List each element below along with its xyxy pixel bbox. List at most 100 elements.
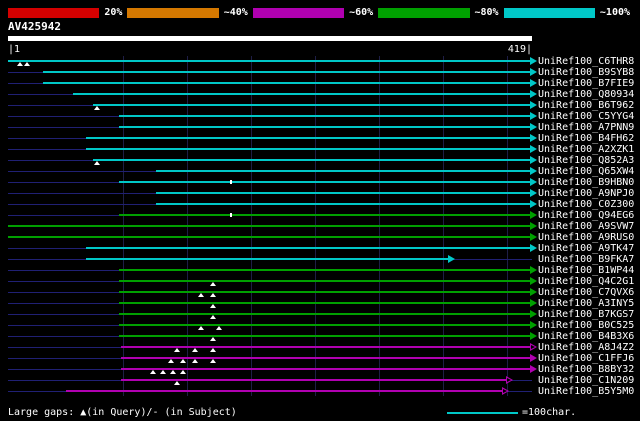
alignment-row: UniRef100_B4FH62 <box>0 133 640 144</box>
alignment-bar[interactable] <box>119 214 530 216</box>
alignment-row: UniRef100_B7KGS7 <box>0 309 640 320</box>
alignment-bar[interactable] <box>8 60 530 62</box>
subject-label[interactable]: UniRef100_A2XZK1 <box>538 144 634 155</box>
alignment-bar[interactable] <box>119 335 530 337</box>
alignment-bar[interactable] <box>66 390 502 392</box>
subject-label[interactable]: UniRef100_A9NPJ0 <box>538 188 634 199</box>
alignment-bar[interactable] <box>119 126 530 128</box>
query-end-coord: 419| <box>508 44 532 55</box>
alignment-row: UniRef100_B9FKA7 <box>0 254 640 265</box>
alignment-arrowhead <box>530 299 537 307</box>
alignment-arrowhead <box>530 112 537 120</box>
alignment-bar[interactable] <box>93 104 530 106</box>
alignment-arrowhead <box>530 288 537 296</box>
subject-label[interactable]: UniRef100_A9SVW7 <box>538 221 634 232</box>
subject-label[interactable]: UniRef100_C6THR8 <box>538 56 634 67</box>
subject-label[interactable]: UniRef100_B7KGS7 <box>538 309 634 320</box>
alignment-row: UniRef100_A9NPJ0 <box>0 188 640 199</box>
alignment-bar[interactable] <box>86 137 530 139</box>
alignment-arrowhead <box>530 101 537 109</box>
subject-label[interactable]: UniRef100_C1FFJ6 <box>538 353 634 364</box>
alignment-bar[interactable] <box>119 291 530 293</box>
alignment-bar[interactable] <box>119 313 530 315</box>
query-gap-marker <box>192 359 198 363</box>
alignment-bar[interactable] <box>86 247 530 249</box>
subject-label[interactable]: UniRef100_B4FH62 <box>538 133 634 144</box>
query-gap-marker <box>198 293 204 297</box>
alignment-arrowhead <box>530 222 537 230</box>
subject-label[interactable]: UniRef100_A7PNN9 <box>538 122 634 133</box>
subject-label[interactable]: UniRef100_C5YYG4 <box>538 111 634 122</box>
query-gap-marker <box>210 315 216 319</box>
cyan-key-segment <box>504 8 595 18</box>
subject-label[interactable]: UniRef100_A9RUS0 <box>538 232 634 243</box>
alignment-row: UniRef100_Q94EG6 <box>0 210 640 221</box>
subject-label[interactable]: UniRef100_C7QVX6 <box>538 287 634 298</box>
key-label-80: ~80% <box>470 7 504 18</box>
alignment-bar[interactable] <box>119 115 530 117</box>
subject-label[interactable]: UniRef100_B6T962 <box>538 100 634 111</box>
query-id: AV425942 <box>8 21 61 33</box>
alignment-arrowhead <box>502 387 509 395</box>
legend: Large gaps: ▲(in Query)/- (in Subject) =… <box>0 404 640 421</box>
legend-gaps-text: Large gaps: ▲(in Query)/- (in Subject) <box>8 407 237 418</box>
alignment-row: UniRef100_Q852A3 <box>0 155 640 166</box>
subject-label[interactable]: UniRef100_Q65XW4 <box>538 166 634 177</box>
subject-label[interactable]: UniRef100_A3INY5 <box>538 298 634 309</box>
alignment-bar[interactable] <box>119 181 530 183</box>
magenta-key-segment <box>253 8 344 18</box>
alignment-bar[interactable] <box>8 236 530 238</box>
subject-label[interactable]: UniRef100_B5Y5M0 <box>538 386 634 397</box>
alignment-bar[interactable] <box>156 203 530 205</box>
alignment-row: UniRef100_B9HBN0 <box>0 177 640 188</box>
query-gap-marker <box>150 370 156 374</box>
alignment-arrowhead <box>530 200 537 208</box>
query-gap-marker <box>210 304 216 308</box>
alignment-bar[interactable] <box>121 346 530 348</box>
subject-label[interactable]: UniRef100_B9FKA7 <box>538 254 634 265</box>
alignment-bar[interactable] <box>119 324 530 326</box>
alignment-bar[interactable] <box>93 159 530 161</box>
alignment-bar[interactable] <box>156 170 530 172</box>
query-gap-marker <box>198 326 204 330</box>
subject-label[interactable]: UniRef100_C0Z300 <box>538 199 634 210</box>
alignment-bar[interactable] <box>119 280 530 282</box>
alignment-arrowhead <box>448 255 455 263</box>
alignment-row: UniRef100_C7QVX6 <box>0 287 640 298</box>
query-gap-marker <box>170 370 176 374</box>
alignment-bar[interactable] <box>119 269 530 271</box>
subject-label[interactable]: UniRef100_Q4C2G1 <box>538 276 634 287</box>
alignment-bar[interactable] <box>73 93 530 95</box>
alignment-bar[interactable] <box>156 192 530 194</box>
alignment-bar[interactable] <box>119 302 530 304</box>
alignment-arrowhead <box>530 68 537 76</box>
alignment-bar[interactable] <box>43 82 530 84</box>
subject-label[interactable]: UniRef100_Q94EG6 <box>538 210 634 221</box>
subject-label[interactable]: UniRef100_B8BY32 <box>538 364 634 375</box>
subject-label[interactable]: UniRef100_A8J4Z2 <box>538 342 634 353</box>
subject-label[interactable]: UniRef100_Q852A3 <box>538 155 634 166</box>
subject-label[interactable]: UniRef100_B9SYB8 <box>538 67 634 78</box>
alignment-bar[interactable] <box>43 71 530 73</box>
alignment-arrowhead <box>530 57 537 65</box>
subject-label[interactable]: UniRef100_A9TK47 <box>538 243 634 254</box>
subject-label[interactable]: UniRef100_B4B3X6 <box>538 331 634 342</box>
subject-label[interactable]: UniRef100_C1N209 <box>538 375 634 386</box>
alignment-row: UniRef100_A9SVW7 <box>0 221 640 232</box>
alignment-row: UniRef100_A3INY5 <box>0 298 640 309</box>
query-gap-marker <box>210 293 216 297</box>
query-gap-marker <box>174 348 180 352</box>
subject-label[interactable]: UniRef100_B7FIE9 <box>538 78 634 89</box>
alignment-bar[interactable] <box>86 258 448 260</box>
alignment-arrowhead <box>530 189 537 197</box>
query-gap-marker <box>17 62 23 66</box>
subject-label[interactable]: UniRef100_B9HBN0 <box>538 177 634 188</box>
alignment-row: UniRef100_C6THR8 <box>0 56 640 67</box>
alignment-bar[interactable] <box>86 148 530 150</box>
alignment-bar[interactable] <box>8 225 530 227</box>
subject-label[interactable]: UniRef100_Q80934 <box>538 89 634 100</box>
subject-label[interactable]: UniRef100_B0C525 <box>538 320 634 331</box>
subject-label[interactable]: UniRef100_B1WP44 <box>538 265 634 276</box>
green-key-segment <box>378 8 469 18</box>
blast-graphic-overview: 20%~40%~60%~80%~100% AV425942 |1 419| Un… <box>0 0 640 421</box>
